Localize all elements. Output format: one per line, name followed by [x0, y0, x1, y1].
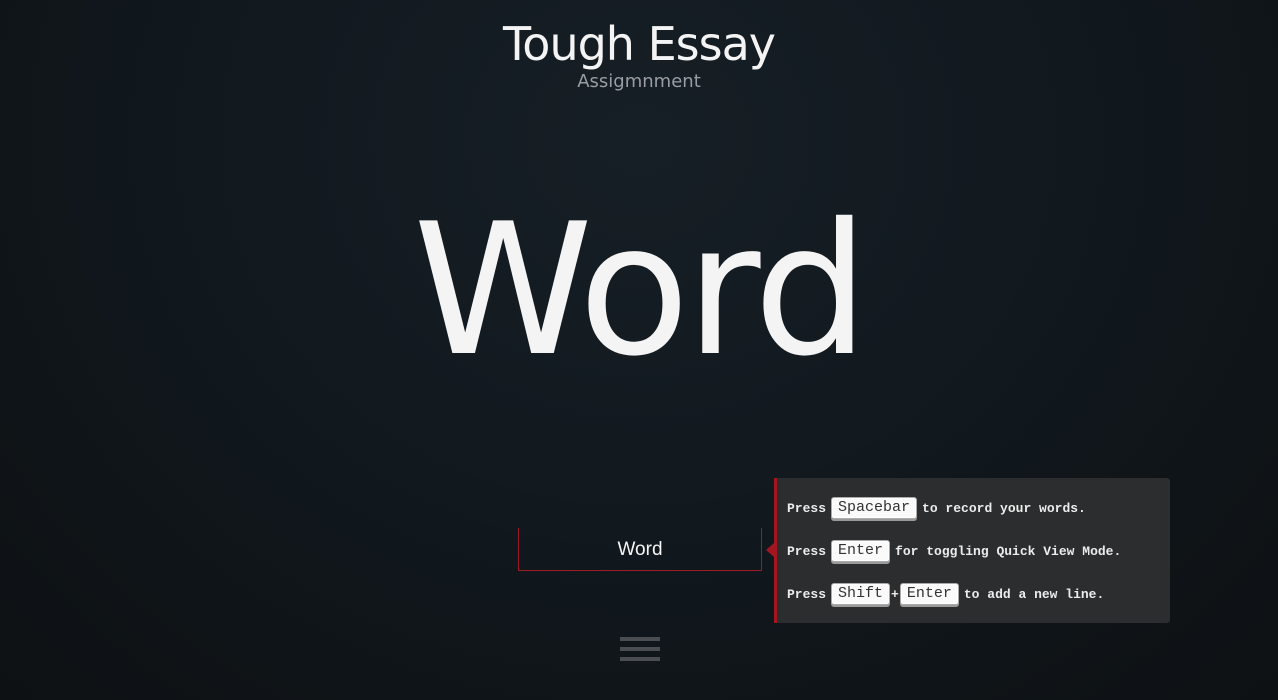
word-input[interactable] — [519, 528, 761, 570]
help-text: to record your words. — [922, 500, 1086, 516]
current-word-display: Word — [413, 184, 869, 396]
help-text: to add a new line. — [963, 586, 1105, 602]
header: Tough Essay Assigmnment — [0, 14, 1278, 92]
plus-sign: + — [891, 586, 899, 602]
word-input-container — [518, 528, 762, 571]
enter-key: Enter — [831, 540, 891, 562]
menu-bar — [620, 647, 660, 651]
help-prefix: Press — [787, 543, 827, 559]
enter-key: Enter — [899, 583, 959, 605]
spacebar-key: Spacebar — [831, 497, 918, 519]
menu-bar — [620, 657, 660, 661]
page-title: Tough Essay — [503, 17, 776, 71]
help-prefix: Press — [787, 500, 827, 516]
help-line-spacebar: Press Spacebar to record your words. — [787, 496, 1086, 520]
help-line-shift-enter: Press Shift + Enter to add a new line. — [787, 582, 1104, 606]
tooltip-arrow — [766, 543, 774, 557]
keyboard-help-tooltip: Press Spacebar to record your words. Pre… — [766, 478, 1170, 623]
help-prefix: Press — [787, 586, 827, 602]
menu-bar — [620, 637, 660, 641]
help-line-enter: Press Enter for toggling Quick View Mode… — [787, 539, 1121, 563]
shift-key: Shift — [831, 583, 891, 605]
hamburger-menu-icon[interactable] — [620, 637, 660, 665]
page-subtitle: Assigmnment — [577, 71, 701, 92]
help-text: for toggling Quick View Mode. — [895, 543, 1122, 559]
